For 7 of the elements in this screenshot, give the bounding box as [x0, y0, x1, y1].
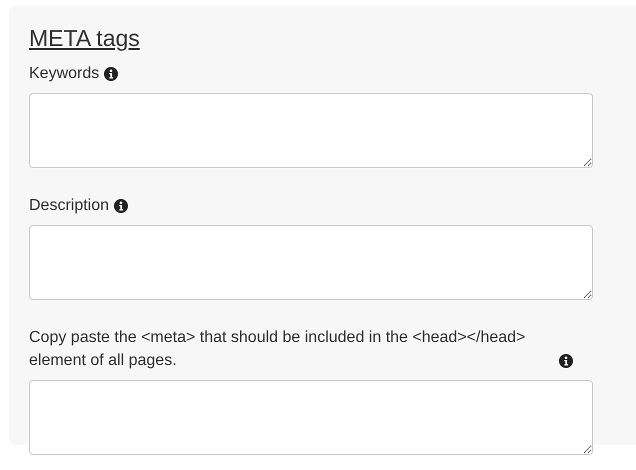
field-label: Description [29, 196, 110, 216]
info-icon[interactable] [559, 354, 573, 368]
info-icon[interactable] [104, 67, 118, 81]
field-label: Copy paste the <meta> that should be included in the <head></head> element of all pages. [29, 328, 526, 371]
section-heading: META tags [29, 24, 140, 52]
info-icon[interactable] [114, 199, 128, 213]
field-label: Keywords [29, 64, 100, 84]
